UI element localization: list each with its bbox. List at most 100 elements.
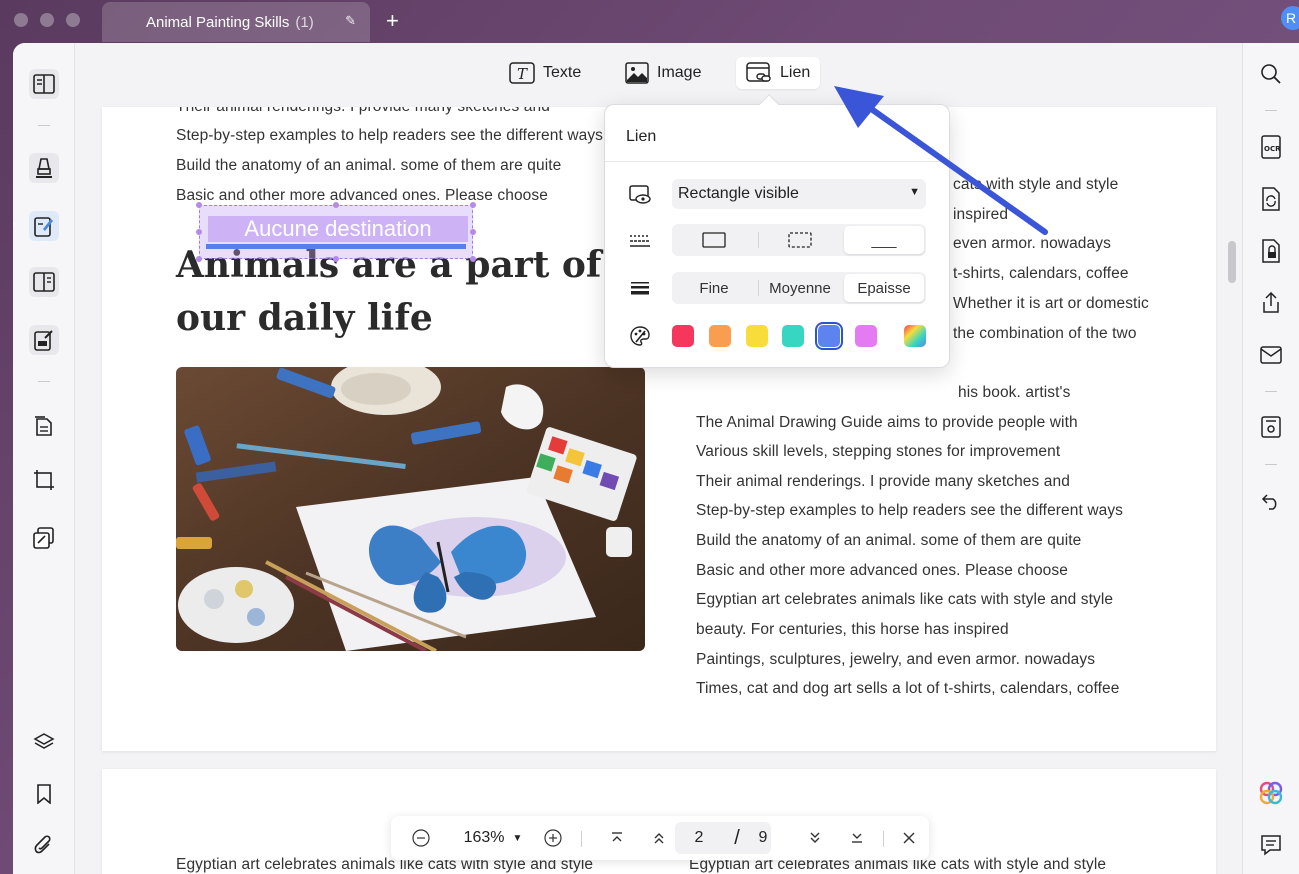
resize-handle[interactable] xyxy=(470,202,476,208)
first-page-icon[interactable] xyxy=(605,816,629,860)
right-sidebar: OCR xyxy=(1242,43,1299,874)
color-swatch-pink[interactable] xyxy=(855,325,877,347)
zoom-in-button[interactable] xyxy=(541,816,565,860)
undo-icon[interactable] xyxy=(1259,489,1283,513)
convert-icon[interactable] xyxy=(1259,187,1283,211)
maximize-window-button[interactable] xyxy=(66,13,80,27)
close-navigation-icon[interactable] xyxy=(897,816,921,860)
visibility-dropdown[interactable]: Rectangle visible ▼ xyxy=(672,179,926,209)
text-line[interactable]: The Animal Drawing Guide aims to provide… xyxy=(696,414,1078,432)
text-line[interactable]: Basic and other more advanced ones. Plea… xyxy=(176,187,548,205)
new-tab-plus-icon[interactable]: + xyxy=(386,8,399,34)
organize-pages-icon[interactable] xyxy=(29,411,59,441)
left-sidebar xyxy=(13,43,75,874)
resize-handle[interactable] xyxy=(470,256,476,262)
text-line[interactable]: Times, cat and dog art sells a lot of t-… xyxy=(696,680,1119,698)
form-icon[interactable] xyxy=(29,267,59,297)
resize-handle[interactable] xyxy=(196,256,202,262)
text-line[interactable]: Build the anatomy of an animal. some of … xyxy=(176,157,561,175)
reader-mode-icon[interactable] xyxy=(29,69,59,99)
current-page[interactable]: 2 xyxy=(687,816,711,860)
svg-text:OCR: OCR xyxy=(1264,145,1281,153)
text-line[interactable]: Whether it is art or domestic xyxy=(953,295,1149,313)
underline-border-option[interactable]: ___ xyxy=(844,226,924,254)
sign-icon[interactable] xyxy=(29,325,59,355)
butterfly-painting-image[interactable] xyxy=(176,367,645,651)
previous-page-icon[interactable] xyxy=(647,816,671,860)
comments-icon[interactable] xyxy=(1259,833,1283,857)
resize-handle[interactable] xyxy=(470,229,476,235)
link-destination-label: Aucune destination xyxy=(208,216,468,242)
color-swatch-teal[interactable] xyxy=(782,325,804,347)
layers-icon[interactable] xyxy=(29,727,59,757)
search-icon[interactable] xyxy=(1259,62,1283,86)
thickness-fine-option[interactable]: Fine xyxy=(674,274,754,302)
text-line[interactable]: his book. artist's xyxy=(958,384,1070,402)
text-line[interactable]: Step-by-step examples to help readers se… xyxy=(696,502,1123,520)
color-swatch-yellow[interactable] xyxy=(746,325,768,347)
next-page-icon[interactable] xyxy=(803,816,827,860)
resize-handle[interactable] xyxy=(196,229,202,235)
color-swatch-blue[interactable] xyxy=(815,322,843,350)
total-pages: 9 xyxy=(758,829,768,846)
rename-pencil-icon[interactable]: ✎ xyxy=(345,13,356,29)
close-window-button[interactable] xyxy=(14,13,28,27)
link-tool-button[interactable]: Lien xyxy=(736,57,821,89)
protect-icon[interactable] xyxy=(1259,239,1283,263)
text-line[interactable]: Build the anatomy of an animal. some of … xyxy=(696,532,1081,550)
text-line[interactable]: inspired xyxy=(953,206,1008,224)
text-line[interactable]: beauty. For centuries, this horse has in… xyxy=(696,621,1009,639)
line-thickness-icon xyxy=(629,277,651,299)
text-line[interactable]: Basic and other more advanced ones. Plea… xyxy=(696,562,1068,580)
resize-handle[interactable] xyxy=(333,256,339,262)
text-line[interactable]: Their animal renderings. I provide many … xyxy=(696,473,1070,491)
solid-border-option[interactable] xyxy=(674,226,754,254)
vertical-scrollbar[interactable] xyxy=(1228,241,1236,283)
text-line[interactable]: Egyptian art celebrates animals like cat… xyxy=(696,591,1113,609)
border-style-icon xyxy=(629,230,651,252)
minimize-window-button[interactable] xyxy=(40,13,54,27)
text-line[interactable]: the combination of the two xyxy=(953,325,1137,343)
text-line[interactable]: Various skill levels, stepping stones fo… xyxy=(696,443,1060,461)
crop-icon[interactable] xyxy=(29,465,59,495)
page-navigation-bar: 163% ▼ 2 / 9 xyxy=(391,816,929,860)
thickness-medium-option[interactable]: Moyenne xyxy=(760,274,840,302)
link-tool-label: Lien xyxy=(780,64,811,81)
attachment-icon[interactable] xyxy=(29,831,59,861)
ocr-icon[interactable]: OCR xyxy=(1259,135,1283,159)
text-tool-label: Texte xyxy=(543,64,582,81)
email-icon[interactable] xyxy=(1259,343,1283,367)
highlighter-icon[interactable] xyxy=(29,153,59,183)
color-swatch-red[interactable] xyxy=(672,325,694,347)
text-line[interactable]: cats with style and style xyxy=(953,176,1118,194)
edit-pdf-icon[interactable] xyxy=(29,211,59,241)
compress-icon[interactable] xyxy=(29,523,59,553)
text-line[interactable]: Their animal renderings. I provide many … xyxy=(176,107,550,116)
document-tab[interactable]: Animal Painting Skills (1) ✎ xyxy=(102,2,370,42)
ai-assistant-icon[interactable] xyxy=(1259,781,1283,805)
save-icon[interactable] xyxy=(1259,415,1283,439)
custom-color-picker[interactable] xyxy=(904,325,926,347)
link-annotation[interactable]: Aucune destination xyxy=(199,205,473,259)
resize-handle[interactable] xyxy=(196,202,202,208)
text-tool-icon: T xyxy=(509,62,535,84)
text-line[interactable]: Step-by-step examples to help readers se… xyxy=(176,127,603,145)
image-tool-button[interactable]: Image xyxy=(615,57,711,89)
image-tool-icon xyxy=(625,62,649,84)
user-avatar[interactable]: R xyxy=(1281,6,1299,30)
zoom-dropdown[interactable]: 163% ▼ xyxy=(453,816,533,860)
thickness-thick-option[interactable]: Epaisse xyxy=(844,274,924,302)
last-page-icon[interactable] xyxy=(845,816,869,860)
text-tool-button[interactable]: T Texte xyxy=(499,57,591,89)
bookmark-icon[interactable] xyxy=(29,779,59,809)
resize-handle[interactable] xyxy=(333,202,339,208)
share-icon[interactable] xyxy=(1259,291,1283,315)
popup-title: Lien xyxy=(626,128,657,145)
zoom-out-button[interactable] xyxy=(409,816,433,860)
text-line[interactable]: Paintings, sculptures, jewelry, and even… xyxy=(696,651,1095,669)
dashed-border-option[interactable] xyxy=(760,226,840,254)
text-line[interactable]: t-shirts, calendars, coffee xyxy=(953,265,1129,283)
color-swatch-orange[interactable] xyxy=(709,325,731,347)
zoom-value: 163% xyxy=(463,829,505,846)
text-line[interactable]: even armor. nowadays xyxy=(953,235,1111,253)
